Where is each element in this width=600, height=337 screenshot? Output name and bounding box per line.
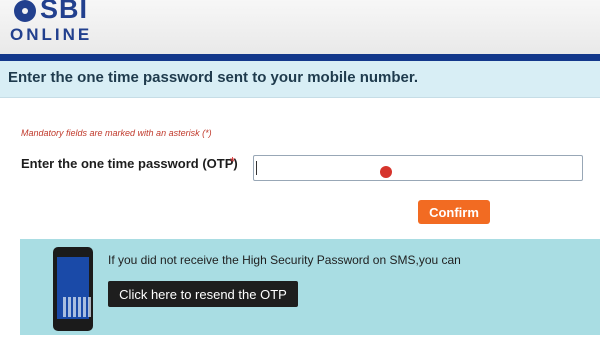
resend-otp-button[interactable]: Click here to resend the OTP: [108, 281, 298, 307]
otp-form-area: Mandatory fields are marked with an aste…: [0, 98, 600, 337]
otp-label: Enter the one time password (OTP): [21, 156, 238, 171]
logo-subtext: ONLINE: [10, 25, 93, 44]
resend-message: If you did not receive the High Security…: [108, 253, 461, 267]
page-title-bar: Enter the one time password sent to your…: [0, 61, 600, 98]
page-title: Enter the one time password sent to your…: [8, 69, 419, 86]
site-header: SBI ONLINE: [0, 0, 600, 54]
mobile-phone-icon: [53, 247, 93, 331]
phone-keypad: [63, 297, 91, 317]
header-divider: [0, 54, 600, 61]
logo-text: SBI: [40, 0, 89, 24]
mouse-cursor-icon: [380, 166, 392, 178]
resend-panel: If you did not receive the High Security…: [20, 239, 600, 335]
mandatory-note: Mandatory fields are marked with an aste…: [21, 128, 212, 138]
text-caret: [256, 161, 257, 175]
phone-screen: [57, 257, 91, 319]
otp-input[interactable]: [253, 155, 583, 181]
confirm-button[interactable]: Confirm: [418, 200, 490, 224]
required-marker: *: [230, 154, 236, 169]
sbi-logo-icon: [14, 0, 36, 22]
